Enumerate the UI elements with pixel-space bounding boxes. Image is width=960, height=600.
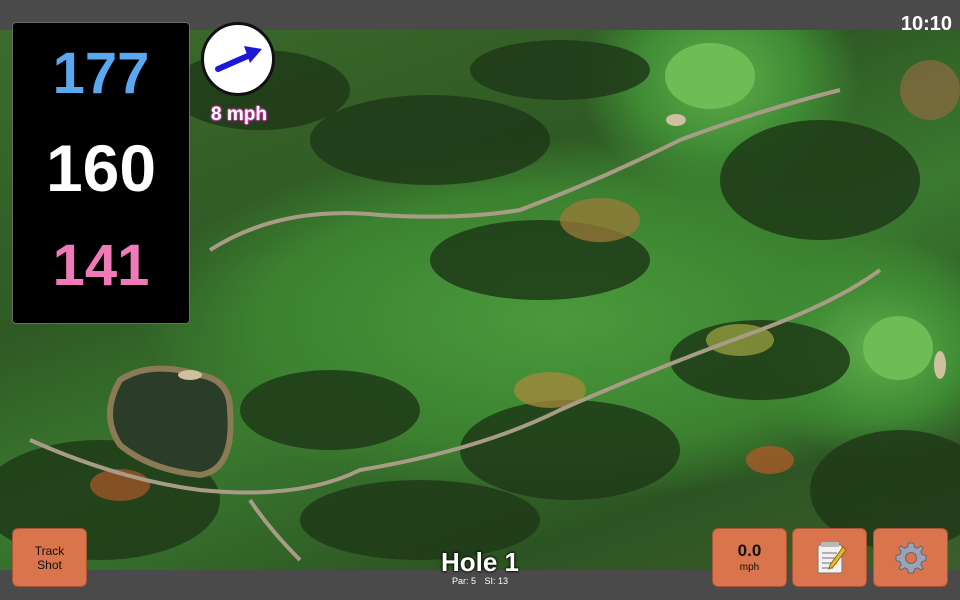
- bunker: [666, 114, 686, 126]
- hole-title: Hole 1: [440, 547, 520, 577]
- track-shot-label-line2: Shot: [37, 557, 62, 572]
- bunker: [934, 351, 946, 379]
- putting-green-right: [863, 316, 933, 380]
- wind-speed-value: 0.0: [737, 540, 762, 560]
- hole-info: Par: 5 SI: 13: [380, 577, 580, 586]
- middle-yardage: 160: [45, 131, 157, 205]
- hole-stroke-index: SI: 13: [484, 576, 509, 586]
- cart-path-branch: [248, 498, 302, 562]
- putting-green-upper: [665, 43, 755, 109]
- track-shot-button[interactable]: Track Shot: [12, 528, 87, 587]
- track-shot-label-line1: Track: [34, 543, 65, 558]
- notepad-icon: [817, 542, 847, 574]
- bunker: [178, 370, 202, 380]
- notes-button[interactable]: [792, 528, 867, 587]
- wind-speed-button[interactable]: 0.0 mph: [712, 528, 787, 587]
- hole-par: Par: 5: [451, 576, 476, 586]
- front-yardage: 141: [52, 233, 150, 298]
- back-yardage: 177: [52, 41, 150, 106]
- wind-arrow-icon: [215, 46, 262, 72]
- wind-speed-label: 8 mph: [211, 104, 267, 125]
- wind-speed-unit: mph: [739, 561, 760, 573]
- settings-button[interactable]: [873, 528, 948, 587]
- clock-time: 10:10: [900, 13, 952, 35]
- gear-icon: [895, 542, 927, 574]
- yardage-panel: 177 160 141: [12, 22, 190, 324]
- wind-direction-indicator: [201, 22, 275, 96]
